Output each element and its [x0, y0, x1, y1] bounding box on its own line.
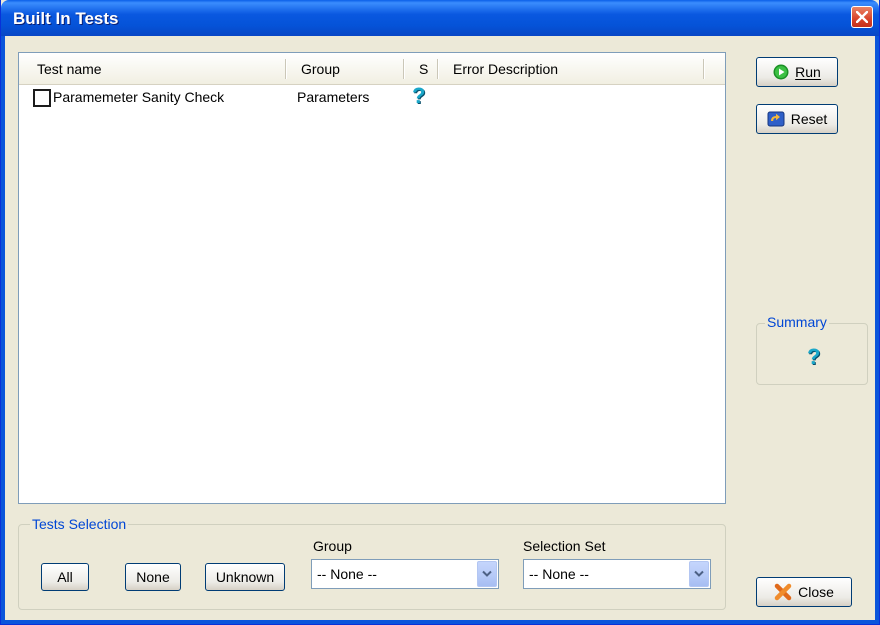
- table-row[interactable]: Paramemeter Sanity Check Parameters ?: [19, 83, 725, 109]
- status-unknown-icon: ?: [412, 83, 426, 108]
- group-dropdown-button[interactable]: [477, 561, 497, 587]
- chevron-down-icon: [694, 570, 704, 577]
- reset-button-label: Reset: [790, 111, 828, 127]
- select-all-label: All: [57, 569, 73, 585]
- close-button-label: Close: [798, 584, 834, 600]
- column-divider[interactable]: [437, 59, 438, 79]
- run-icon: [773, 64, 789, 80]
- window-frame-left: [1, 36, 5, 624]
- window-frame-right: [875, 36, 879, 624]
- close-icon: [856, 11, 868, 23]
- selection-set-dropdown[interactable]: -- None --: [523, 559, 711, 589]
- summary-status-icon: ?: [807, 344, 821, 369]
- column-divider[interactable]: [285, 59, 286, 79]
- summary-group: Summary ?: [756, 314, 868, 385]
- reset-icon: [767, 110, 785, 128]
- group-label: Group: [313, 538, 352, 554]
- select-unknown-button[interactable]: Unknown: [205, 563, 285, 591]
- list-header: Test name Group S Error Description: [19, 53, 725, 85]
- column-header-error-description[interactable]: Error Description: [453, 61, 558, 77]
- column-divider[interactable]: [403, 59, 404, 79]
- test-group-cell: Parameters: [297, 89, 370, 105]
- test-name-cell: Paramemeter Sanity Check: [53, 89, 225, 105]
- close-x-icon: [774, 583, 792, 601]
- window-frame-bottom: [1, 620, 879, 624]
- column-header-status[interactable]: S: [419, 61, 428, 77]
- close-button[interactable]: Close: [756, 577, 852, 607]
- window-title: Built In Tests: [13, 9, 119, 28]
- select-all-button[interactable]: All: [41, 563, 89, 591]
- run-button[interactable]: Run: [756, 57, 838, 87]
- group-dropdown[interactable]: -- None --: [311, 559, 499, 589]
- tests-selection-group: Tests Selection All None Unknown Group -…: [18, 516, 726, 610]
- selection-set-dropdown-button[interactable]: [689, 561, 709, 587]
- column-divider[interactable]: [703, 59, 704, 79]
- summary-legend: Summary: [765, 314, 829, 330]
- run-button-label: Run: [795, 64, 821, 80]
- built-in-tests-window: Built In Tests Test name Group S Error D…: [0, 0, 880, 625]
- group-dropdown-value: -- None --: [317, 566, 377, 582]
- selection-set-label: Selection Set: [523, 538, 606, 554]
- window-close-button[interactable]: [851, 6, 873, 28]
- column-header-group[interactable]: Group: [301, 61, 340, 77]
- test-checkbox[interactable]: [33, 89, 51, 107]
- tests-list[interactable]: Test name Group S Error Description Para…: [18, 52, 726, 504]
- reset-button[interactable]: Reset: [756, 104, 838, 134]
- chevron-down-icon: [482, 570, 492, 577]
- title-bar[interactable]: Built In Tests: [1, 0, 879, 36]
- select-none-label: None: [136, 569, 170, 585]
- tests-selection-legend: Tests Selection: [30, 516, 129, 532]
- selection-set-value: -- None --: [529, 566, 589, 582]
- select-unknown-label: Unknown: [215, 569, 275, 585]
- select-none-button[interactable]: None: [125, 563, 181, 591]
- column-header-test-name[interactable]: Test name: [37, 61, 102, 77]
